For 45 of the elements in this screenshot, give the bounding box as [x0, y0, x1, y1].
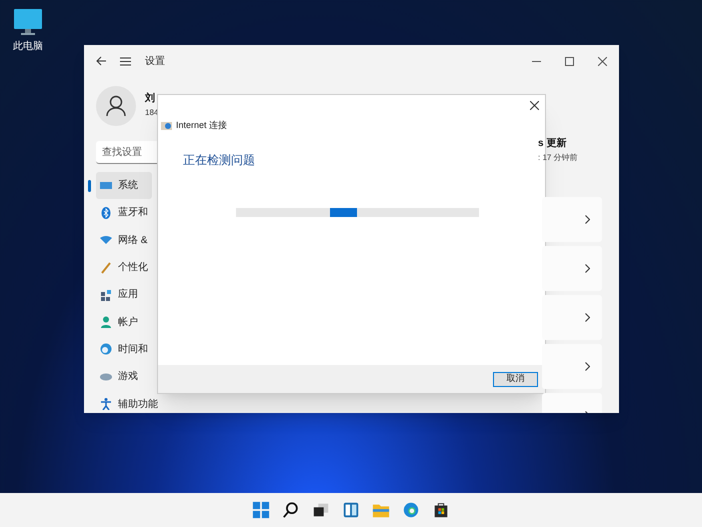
sidebar-item[interactable]: 网络 & — [96, 226, 152, 254]
user-name: 刘 — [145, 92, 156, 106]
back-icon[interactable] — [96, 56, 106, 66]
task-view-icon[interactable] — [312, 501, 330, 519]
apps-icon — [100, 288, 112, 301]
network-icon — [161, 120, 172, 131]
gamepad-icon — [100, 370, 112, 383]
cancel-button[interactable]: 取消 — [493, 372, 538, 386]
shopping-bag-icon[interactable] — [432, 501, 450, 519]
sidebar-item[interactable]: 应用 — [96, 281, 152, 308]
sidebar-item[interactable]: 帐户 — [96, 308, 152, 336]
sidebar-item[interactable]: 蓝牙和 — [96, 199, 152, 227]
progress-chunk — [330, 208, 357, 216]
accessibility-icon — [100, 398, 112, 410]
selection-indicator — [88, 180, 91, 192]
maximize-icon[interactable] — [565, 56, 574, 66]
chevron-icon — [585, 313, 590, 322]
avatar — [96, 86, 136, 126]
close-icon[interactable] — [530, 100, 539, 110]
person-icon — [100, 316, 112, 328]
start-icon[interactable] — [252, 501, 270, 519]
update-subtitle: : 17 分钟前 — [538, 152, 579, 164]
sidebar-item[interactable]: 个性化 — [96, 254, 152, 282]
close-icon[interactable] — [598, 56, 607, 66]
widgets-icon[interactable] — [342, 501, 360, 519]
browser-icon[interactable] — [402, 501, 420, 519]
update-title: s 更新 — [538, 137, 568, 151]
search-icon[interactable] — [282, 501, 300, 519]
sidebar-item[interactable]: 游戏 — [96, 363, 152, 390]
brush-icon — [100, 262, 112, 274]
dialog-heading: 正在检测问题 — [183, 152, 255, 168]
chevron-icon — [585, 264, 590, 273]
window-title: 设置 — [145, 54, 165, 68]
monitor-icon[interactable] — [13, 8, 43, 36]
display-icon — [100, 180, 112, 192]
sidebar-item[interactable]: 辅助功能 — [96, 390, 160, 413]
bluetooth-icon — [100, 206, 112, 219]
globe-clock-icon — [100, 343, 112, 356]
sidebar-item[interactable]: 时间和 — [96, 336, 152, 364]
menu-icon[interactable] — [120, 56, 131, 66]
desktop-icon-label[interactable]: 此电脑 — [13, 39, 43, 54]
chevron-icon — [585, 362, 590, 371]
dialog-title: Internet 连接 — [176, 119, 228, 132]
chevron-icon — [585, 215, 590, 224]
wifi-icon — [100, 234, 112, 246]
